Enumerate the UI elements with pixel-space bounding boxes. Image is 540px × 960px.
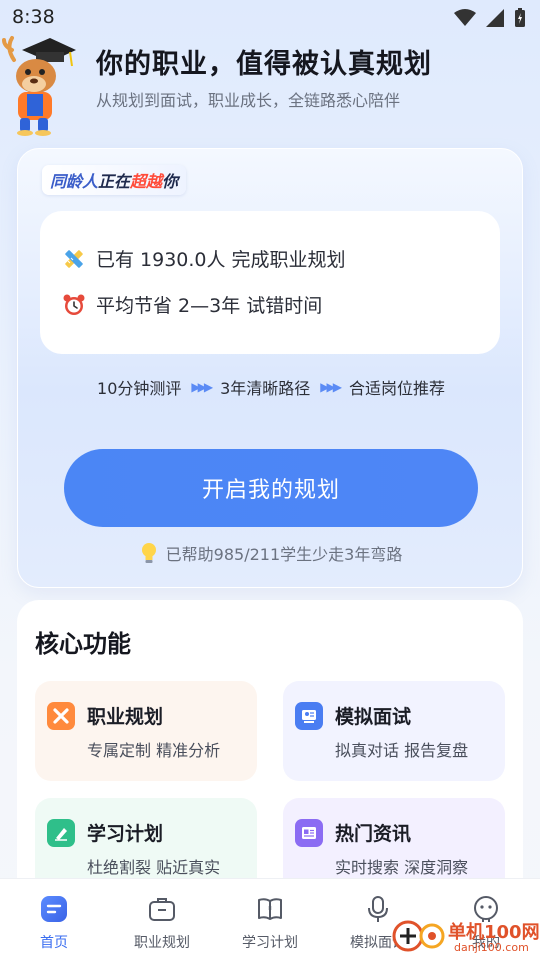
feature-desc: 杜绝割裂 贴近真实 [87, 858, 221, 877]
badge-text-surpass: 超越 [130, 172, 163, 191]
career-plan-icon [47, 702, 75, 730]
signal-icon [486, 9, 504, 27]
wifi-icon [454, 9, 476, 26]
pencil-ruler-icon [65, 249, 83, 268]
page-subtitle: 从规划到面试，职业成长，全链路悉心陪伴 [96, 91, 401, 110]
stats-box: 已有 1930.0人 完成职业规划 平均节省 2—3年 试错时间 [40, 211, 500, 354]
nav-label: 首页 [40, 935, 68, 951]
step-recommend: 合适岗位推荐 [348, 379, 445, 398]
nav-label: 职业规划 [134, 935, 190, 951]
step-assessment: 10分钟测评 [97, 379, 182, 398]
badge-text-peers: 同龄人 [50, 172, 99, 191]
hero-card: 同龄人 正在 超越 你 已有 1930.0人 完成职业规划 平均节省 2—3年 … [17, 148, 523, 588]
feature-career-plan[interactable]: 职业规划 专属定制 精准分析 [35, 681, 257, 781]
start-plan-button[interactable]: 开启我的规划 [64, 449, 478, 527]
feature-title: 热门资讯 [335, 823, 412, 845]
feature-title: 模拟面试 [335, 706, 412, 728]
helper-text: 已帮助985/211学生少走3年弯路 [165, 545, 403, 564]
feature-desc: 实时搜索 深度洞察 [335, 858, 469, 877]
step-arrow-icon: ▶▶▶ [191, 380, 213, 394]
battery-icon [515, 8, 525, 27]
alarm-clock-icon [63, 294, 85, 315]
step-path: 3年清晰路径 [220, 379, 311, 398]
steps-row: 10分钟测评 ▶▶▶ 3年清晰路径 ▶▶▶ 合适岗位推荐 [18, 375, 524, 399]
step-arrow-icon: ▶▶▶ [320, 380, 342, 394]
nav-item-study[interactable]: 学习计划 [216, 879, 324, 960]
watermark-url: danji100.com [454, 941, 529, 954]
stat-text-saved: 平均节省 2—3年 试错时间 [96, 295, 323, 317]
stat-row-saved: 平均节省 2—3年 试错时间 [62, 291, 322, 318]
microphone-icon [368, 896, 388, 922]
interview-icon [295, 702, 323, 730]
briefcase-icon [149, 898, 175, 921]
lightbulb-icon [141, 543, 156, 563]
deer-mascot-icon [2, 36, 76, 136]
watermark: 单机100网 danji100.com [392, 910, 540, 960]
badge-text-you: 你 [162, 172, 179, 191]
peer-badge: 同龄人 正在 超越 你 [42, 165, 187, 195]
nav-label: 学习计划 [242, 935, 298, 951]
feature-desc: 专属定制 精准分析 [87, 741, 221, 760]
watermark-logo-icon [392, 920, 445, 952]
feature-mock-interview[interactable]: 模拟面试 拟真对话 报告复盘 [283, 681, 505, 781]
page-title: 你的职业，值得被认真规划 [96, 49, 432, 80]
news-icon [295, 819, 323, 847]
badge-text-now: 正在 [98, 172, 131, 191]
helper-line: 已帮助985/211学生少走3年弯路 [18, 541, 524, 565]
stat-text-planned: 已有 1930.0人 完成职业规划 [96, 249, 346, 271]
nav-item-home[interactable]: 首页 [0, 879, 108, 960]
stat-row-planned: 已有 1930.0人 完成职业规划 [62, 245, 346, 272]
core-features-title: 核心功能 [35, 630, 131, 658]
feature-title: 职业规划 [87, 706, 164, 728]
book-icon [258, 898, 282, 920]
study-plan-icon [47, 819, 75, 847]
home-icon [41, 896, 67, 922]
nav-item-career[interactable]: 职业规划 [108, 879, 216, 960]
feature-title: 学习计划 [87, 823, 164, 845]
status-icons [454, 8, 526, 28]
feature-desc: 拟真对话 报告复盘 [335, 741, 469, 760]
